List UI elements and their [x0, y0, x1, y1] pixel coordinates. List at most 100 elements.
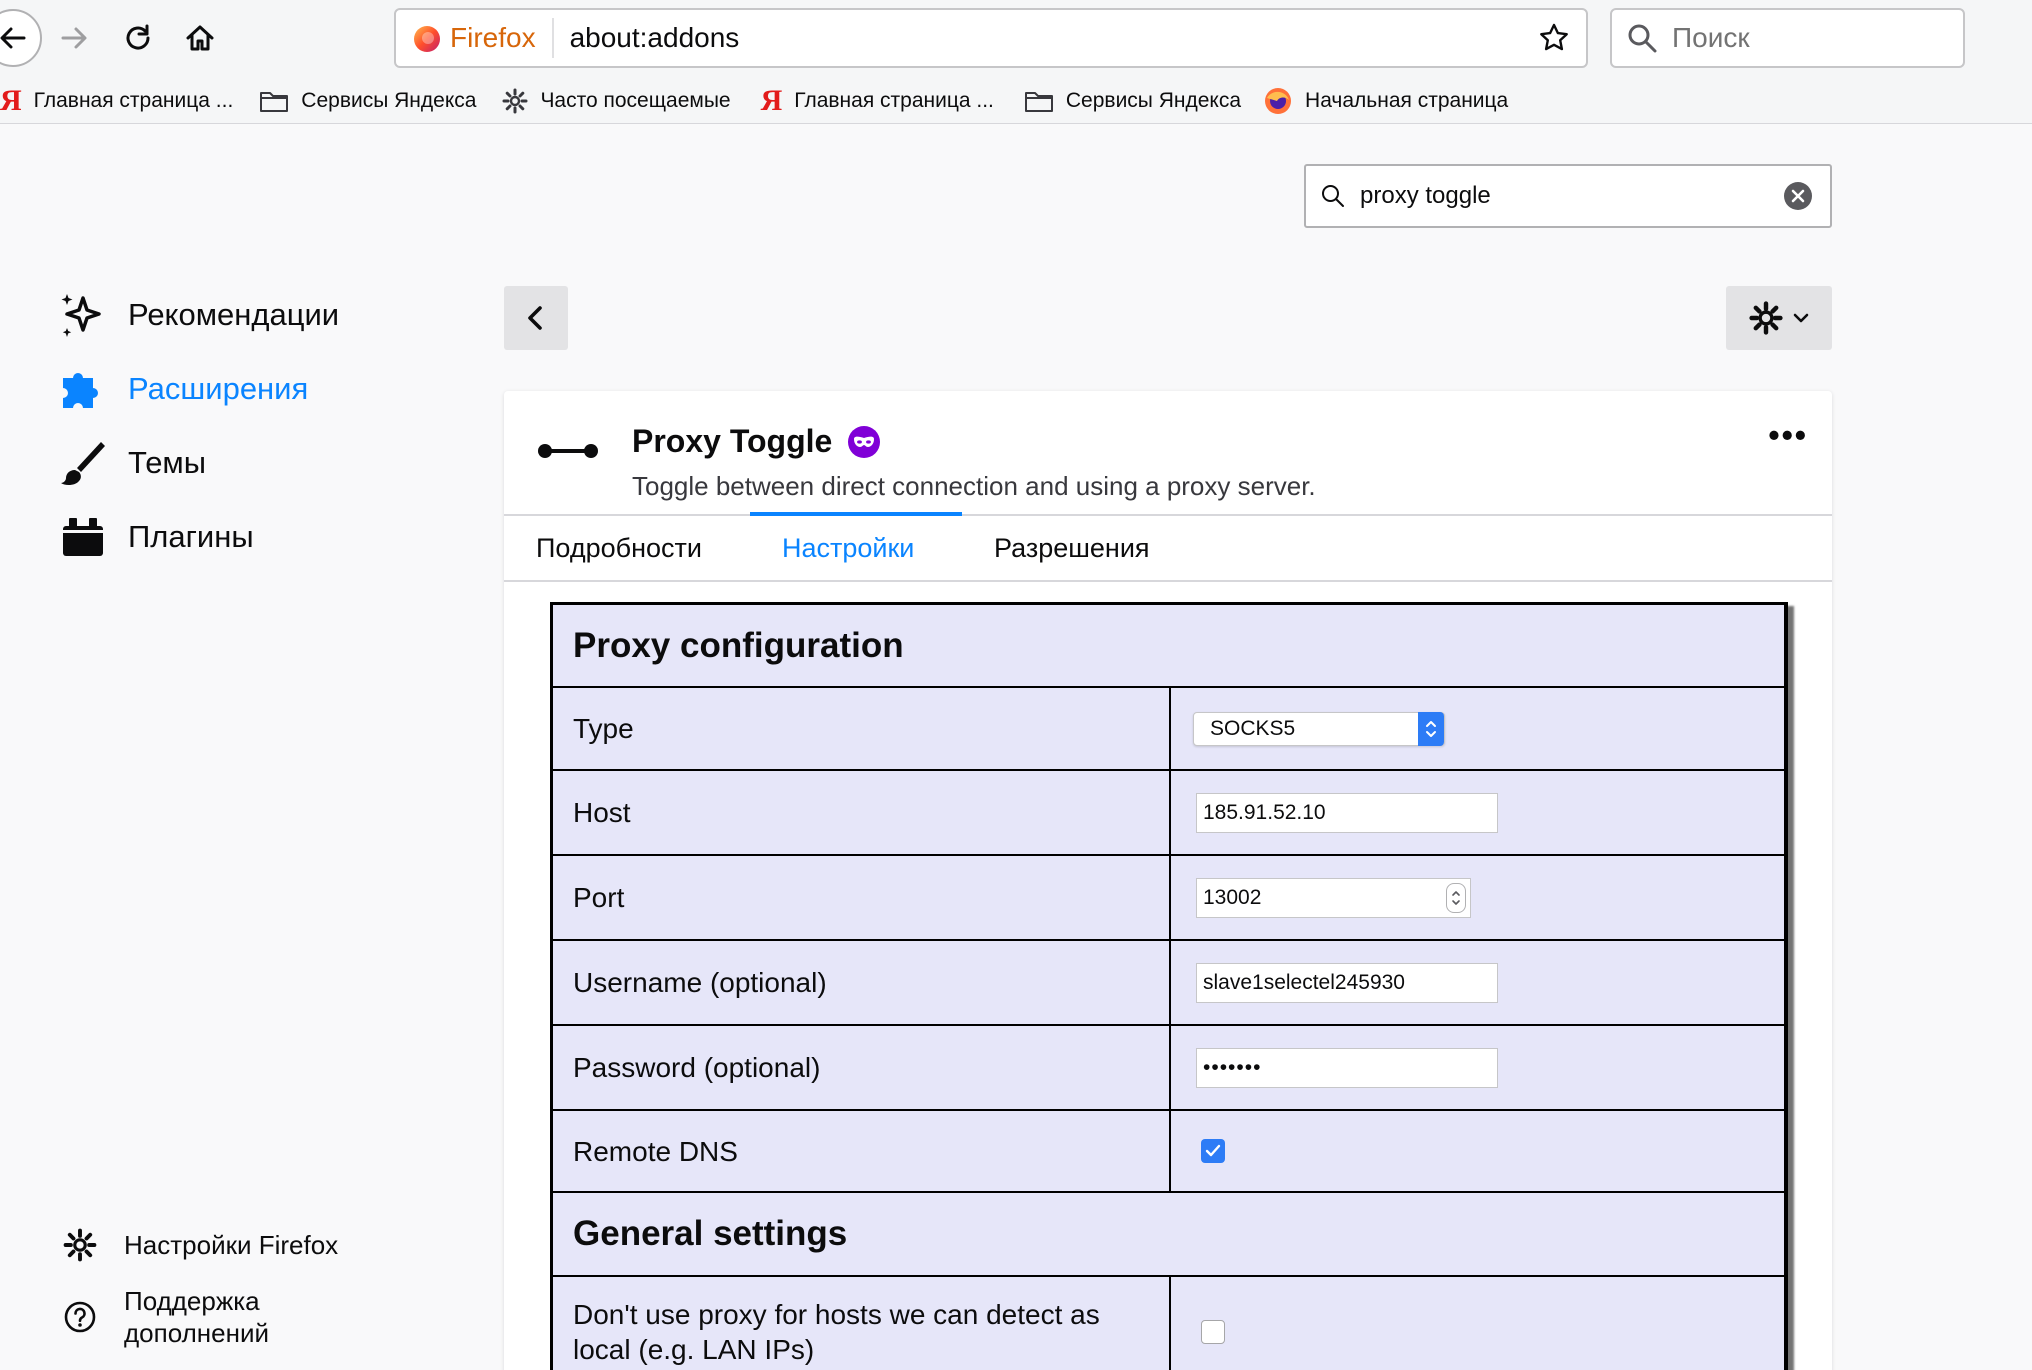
checkmark-icon [1205, 1144, 1221, 1157]
go-back-button[interactable] [504, 286, 568, 350]
search-icon [1322, 185, 1344, 207]
host-label: Host [573, 797, 631, 828]
bookmark-item[interactable]: Часто посещаемые [502, 88, 731, 114]
tools-menu-button[interactable] [1726, 286, 1832, 350]
home-button[interactable] [172, 10, 228, 66]
addon-tabs: Подробности Настройки Разрешения [504, 512, 1832, 582]
bookmark-label: Часто посещаемые [540, 88, 731, 112]
tab-label: Разрешения [994, 532, 1150, 563]
addons-page: proxy toggle Рекомендации Расширения Тем… [0, 125, 2032, 1370]
url-bar[interactable]: Firefox about:addons [394, 8, 1588, 68]
search-icon [1628, 24, 1657, 53]
gear-icon [1749, 301, 1783, 335]
no-local-proxy-label: Don't use proxy for hosts we can detect … [573, 1299, 1100, 1365]
column-divider [1169, 1277, 1171, 1370]
username-label: Username (optional) [573, 967, 827, 998]
arrow-right-icon [61, 27, 87, 49]
bookmark-item[interactable]: Я Главная страница ... [760, 83, 994, 117]
chevron-left-icon [528, 306, 542, 330]
remote-dns-row: Remote DNS [553, 1111, 1784, 1193]
tab-preferences[interactable]: Настройки [782, 516, 914, 580]
sidebar-item-extensions[interactable]: Расширения [56, 363, 308, 415]
addon-search-value[interactable]: proxy toggle [1360, 182, 1784, 210]
forward-button[interactable] [46, 10, 102, 66]
addon-options-panel: Proxy configuration Type SOCKS5 Host 185… [550, 602, 1788, 1370]
help-icon [60, 1297, 100, 1337]
bookmark-item[interactable]: Начальная страница [1263, 86, 1508, 116]
bookmark-label: Сервисы Яндекса [1065, 88, 1242, 112]
addons-support-link[interactable]: Поддержка дополнений [60, 1285, 294, 1349]
username-input[interactable]: slave1selectel245930 [1196, 962, 1498, 1003]
clear-search-button[interactable] [1784, 182, 1812, 210]
general-settings-heading: General settings [553, 1193, 1784, 1277]
password-label: Password (optional) [573, 1052, 821, 1083]
bookmark-item[interactable]: Сервисы Яндекса [1024, 89, 1241, 113]
stepper-arrows-icon[interactable] [1446, 882, 1466, 913]
port-row: Port 13002 [553, 856, 1784, 941]
proxy-toggle-icon [538, 444, 598, 458]
remote-dns-label: Remote DNS [573, 1135, 738, 1167]
url-text[interactable]: about:addons [570, 22, 1538, 54]
close-icon [1791, 189, 1805, 203]
no-local-proxy-checkbox[interactable] [1201, 1320, 1225, 1344]
column-divider [1169, 941, 1171, 1024]
plugin-icon [56, 511, 108, 563]
column-divider [1169, 856, 1171, 939]
firefox-icon [414, 26, 440, 52]
sparkle-icon [56, 289, 108, 341]
tab-permissions[interactable]: Разрешения [994, 516, 1150, 580]
addon-search-input[interactable]: proxy toggle [1304, 164, 1832, 228]
proxy-configuration-heading: Proxy configuration [553, 605, 1784, 688]
bookmark-label: Начальная страница [1305, 88, 1509, 112]
arrow-left-icon [0, 27, 26, 49]
home-icon [186, 25, 214, 51]
identity-box[interactable]: Firefox [396, 18, 554, 58]
column-divider [1169, 688, 1171, 769]
bookmark-label: Главная страница ... [794, 88, 994, 112]
addon-card: Proxy Toggle Toggle between direct conne… [504, 391, 1832, 1370]
no-local-proxy-row: Don't use proxy for hosts we can detect … [553, 1277, 1784, 1370]
proxy-type-value: SOCKS5 [1210, 716, 1296, 740]
firefox-icon [1263, 86, 1293, 116]
more-options-button[interactable]: ••• [1768, 417, 1808, 454]
reload-button[interactable] [110, 10, 166, 66]
browser-search-placeholder: Поиск [1672, 22, 1750, 53]
mask-icon [854, 436, 875, 447]
sidebar-item-label: Плагины [128, 519, 254, 554]
yandex-icon: Я [760, 83, 783, 117]
sidebar-item-label: Рекомендации [128, 297, 340, 332]
column-divider [1169, 1026, 1171, 1109]
navigation-toolbar: Firefox about:addons Поиск [0, 0, 2032, 78]
password-input[interactable]: ••••••• [1196, 1047, 1498, 1088]
username-row: Username (optional) slave1selectel245930 [553, 941, 1784, 1026]
browser-search-bar[interactable]: Поиск [1610, 8, 1965, 68]
sidebar-item-recommendations[interactable]: Рекомендации [56, 289, 339, 341]
firefox-settings-link[interactable]: Настройки Firefox [60, 1225, 338, 1265]
brush-icon [56, 437, 108, 489]
port-input[interactable]: 13002 [1196, 877, 1471, 918]
bookmarks-toolbar: Я Главная страница ... Сервисы Яндекса Ч… [0, 78, 2032, 124]
bookmark-item[interactable]: Я Главная страница ... [0, 85, 234, 116]
back-button[interactable] [0, 9, 42, 67]
host-input[interactable]: 185.91.52.10 [1196, 792, 1498, 833]
chevron-down-icon [1793, 313, 1809, 323]
bookmark-item[interactable]: Сервисы Яндекса [259, 89, 476, 113]
private-browsing-badge [848, 425, 881, 458]
type-label: Type [573, 713, 634, 744]
column-divider [1169, 1111, 1171, 1191]
sidebar-item-themes[interactable]: Темы [56, 437, 206, 489]
host-row: Host 185.91.52.10 [553, 771, 1784, 856]
bookmark-star-icon[interactable] [1538, 22, 1570, 54]
addon-card-header: Proxy Toggle Toggle between direct conne… [504, 391, 1832, 516]
proxy-type-select[interactable]: SOCKS5 [1193, 711, 1445, 746]
remote-dns-checkbox[interactable] [1201, 1139, 1225, 1163]
footer-label: Настройки Firefox [124, 1229, 339, 1260]
puzzle-icon [56, 363, 108, 415]
tab-details[interactable]: Подробности [536, 516, 702, 580]
addon-name-text: Proxy Toggle [632, 423, 833, 459]
bookmark-label: Главная страница ... [33, 88, 234, 112]
selected-tab-indicator [750, 512, 962, 516]
sidebar-item-plugins[interactable]: Плагины [56, 511, 254, 563]
tab-label: Настройки [782, 532, 915, 563]
column-divider [1169, 771, 1171, 854]
